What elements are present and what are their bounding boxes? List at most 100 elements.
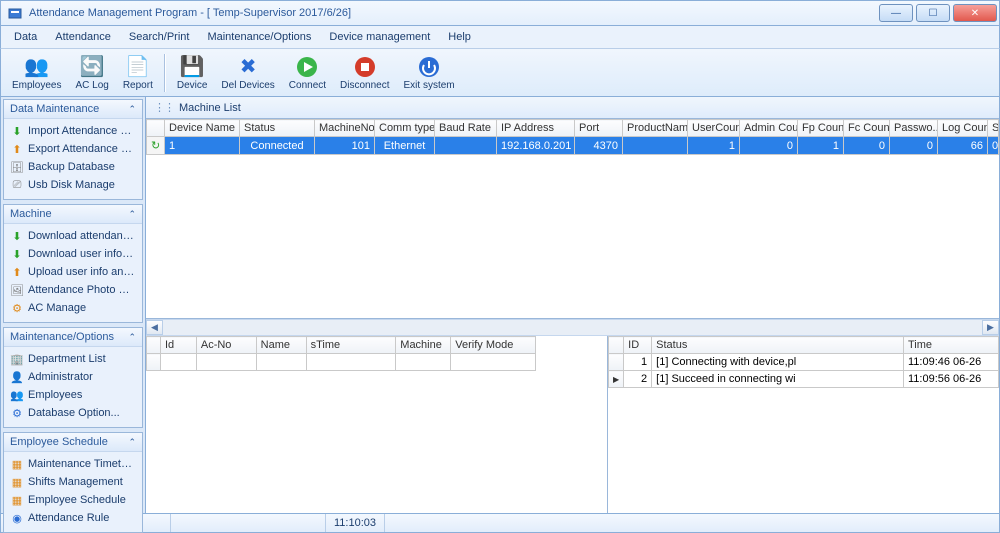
sidebar-item-backup-database[interactable]: 🗄Backup Database bbox=[6, 158, 140, 176]
scroll-left-button[interactable]: ◀ bbox=[146, 320, 163, 335]
status-time: 11:10:03 bbox=[326, 514, 385, 532]
log-header-row[interactable]: ID Status Time bbox=[609, 337, 999, 354]
toolbar-del-devices-button[interactable]: ✖ Del Devices bbox=[214, 51, 281, 95]
col-acno[interactable]: Ac-No bbox=[196, 337, 256, 354]
device-icon: 💾 bbox=[180, 55, 204, 79]
sidebar-item-ac-manage[interactable]: ⚙AC Manage bbox=[6, 299, 140, 317]
machine-list-grid[interactable]: Device Name Status MachineNo. Comm type … bbox=[146, 119, 999, 319]
sidebar-item-employees[interactable]: 👥Employees bbox=[6, 386, 140, 404]
menu-maintenance-options[interactable]: Maintenance/Options bbox=[198, 28, 320, 46]
window-close-button[interactable]: ✕ bbox=[953, 4, 997, 22]
menu-search-print[interactable]: Search/Print bbox=[120, 28, 199, 46]
import-icon: ⬇ bbox=[10, 124, 24, 138]
bottom-split: Id Ac-No Name sTime Machine Verify Mode bbox=[146, 336, 999, 513]
manage-icon: ⚙ bbox=[10, 301, 24, 315]
sidebar-item-database-option[interactable]: ⚙Database Option... bbox=[6, 404, 140, 422]
col-port[interactable]: Port bbox=[575, 120, 623, 137]
window-title: Attendance Management Program - [ Temp-S… bbox=[29, 7, 876, 19]
col-device-name[interactable]: Device Name bbox=[165, 120, 240, 137]
col-name[interactable]: Name bbox=[256, 337, 306, 354]
row-header-icon: ↻ bbox=[147, 137, 165, 155]
table-header-row[interactable]: Device Name Status MachineNo. Comm type … bbox=[147, 120, 999, 137]
sidebar-item-department-list[interactable]: 🏢Department List bbox=[6, 350, 140, 368]
toolbar-aclog-button[interactable]: 🔄 AC Log bbox=[68, 51, 115, 95]
col-machine[interactable]: Machine bbox=[396, 337, 451, 354]
sidebar-item-photo-mgmt[interactable]: 🖼Attendance Photo Management bbox=[6, 281, 140, 299]
toolbar-disconnect-button[interactable]: Disconnect bbox=[333, 51, 396, 95]
detail-blank bbox=[146, 371, 607, 513]
machine-list-row[interactable]: ↻ 1 Connected 101 Ethernet 192.168.0.201… bbox=[147, 137, 999, 155]
menu-data[interactable]: Data bbox=[5, 28, 46, 46]
toolbar-device-button[interactable]: 💾 Device bbox=[170, 51, 215, 95]
col-product-name[interactable]: ProductName bbox=[623, 120, 688, 137]
toolbar-exit-button[interactable]: Exit system bbox=[397, 51, 462, 95]
sidebar: Data Maintenance⌃ ⬇Import Attendance Che… bbox=[1, 97, 146, 513]
col-machine-no[interactable]: MachineNo. bbox=[315, 120, 375, 137]
col-baud-rate[interactable]: Baud Rate bbox=[435, 120, 497, 137]
panel-head-machine[interactable]: Machine⌃ bbox=[4, 205, 142, 224]
sidebar-item-import-attendance[interactable]: ⬇Import Attendance Checking Data bbox=[6, 122, 140, 140]
department-icon: 🏢 bbox=[10, 352, 24, 366]
col-fc-count[interactable]: Fc Count bbox=[844, 120, 890, 137]
download-icon: ⬇ bbox=[10, 247, 24, 261]
sidebar-item-export-attendance[interactable]: ⬆Export Attendance Checking Data bbox=[6, 140, 140, 158]
menubar: Data Attendance Search/Print Maintenance… bbox=[0, 26, 1000, 48]
sidebar-item-upload-user-fp[interactable]: ⬆Upload user info and FP bbox=[6, 263, 140, 281]
col-fp-count[interactable]: Fp Count bbox=[798, 120, 844, 137]
sidebar-item-administrator[interactable]: 👤Administrator bbox=[6, 368, 140, 386]
sidebar-item-maintenance-timetables[interactable]: ▦Maintenance Timetables bbox=[6, 455, 140, 473]
col-user-count[interactable]: UserCount bbox=[688, 120, 740, 137]
col-admin-count[interactable]: Admin Count bbox=[740, 120, 798, 137]
sidebar-item-usb-disk[interactable]: ⎚Usb Disk Manage bbox=[6, 176, 140, 194]
window-minimize-button[interactable]: — bbox=[879, 4, 913, 22]
col-log-id[interactable]: ID bbox=[624, 337, 652, 354]
panel-maintenance-options: Maintenance/Options⌃ 🏢Department List 👤A… bbox=[3, 327, 143, 428]
col-verify-mode[interactable]: Verify Mode bbox=[451, 337, 536, 354]
window-maximize-button[interactable]: ☐ bbox=[916, 4, 950, 22]
col-log-time[interactable]: Time bbox=[904, 337, 999, 354]
machine-list-header: ⋮⋮ Machine List bbox=[146, 97, 999, 119]
toolbar-employees-button[interactable]: 👥 Employees bbox=[5, 51, 68, 95]
menu-attendance[interactable]: Attendance bbox=[46, 28, 120, 46]
toolbar-separator bbox=[164, 54, 166, 92]
download-icon: ⬇ bbox=[10, 229, 24, 243]
employees-icon: 👥 bbox=[25, 55, 49, 79]
col-log-count[interactable]: Log Count bbox=[938, 120, 988, 137]
upload-icon: ⬆ bbox=[10, 265, 24, 279]
panel-head-maintenance-options[interactable]: Maintenance/Options⌃ bbox=[4, 328, 142, 347]
toolbar-report-button[interactable]: 📄 Report bbox=[116, 51, 160, 95]
menu-help[interactable]: Help bbox=[439, 28, 480, 46]
log-grid[interactable]: ID Status Time 1 [1] Connecting with dev… bbox=[608, 336, 999, 388]
sidebar-item-employee-schedule[interactable]: ▦Employee Schedule bbox=[6, 491, 140, 509]
status-cell-1 bbox=[1, 514, 171, 532]
col-log-status[interactable]: Status bbox=[652, 337, 904, 354]
usb-icon: ⎚ bbox=[10, 178, 24, 192]
log-row[interactable]: 2 [1] Succeed in connecting wi 11:09:56 … bbox=[609, 371, 999, 388]
col-stime[interactable]: sTime bbox=[306, 337, 396, 354]
col-serial[interactable]: Serial Number bbox=[988, 120, 999, 137]
toolbar-connect-button[interactable]: Connect bbox=[282, 51, 333, 95]
toolbar: 👥 Employees 🔄 AC Log 📄 Report 💾 Device ✖… bbox=[0, 48, 1000, 97]
menu-device-management[interactable]: Device management bbox=[320, 28, 439, 46]
col-ip-address[interactable]: IP Address bbox=[497, 120, 575, 137]
sidebar-item-download-logs[interactable]: ⬇Download attendance logs bbox=[6, 227, 140, 245]
exit-icon bbox=[417, 55, 441, 79]
sidebar-item-shifts-management[interactable]: ▦Shifts Management bbox=[6, 473, 140, 491]
log-pane: ID Status Time 1 [1] Connecting with dev… bbox=[607, 336, 999, 513]
admin-icon: 👤 bbox=[10, 370, 24, 384]
sidebar-item-download-user-fp[interactable]: ⬇Download user info and Fp bbox=[6, 245, 140, 263]
log-row[interactable]: 1 [1] Connecting with device,pl 11:09:46… bbox=[609, 354, 999, 371]
detail-grid[interactable]: Id Ac-No Name sTime Machine Verify Mode bbox=[146, 336, 536, 371]
panel-head-employee-schedule[interactable]: Employee Schedule⌃ bbox=[4, 433, 142, 452]
col-passwo[interactable]: Passwo... bbox=[890, 120, 938, 137]
detail-header-row[interactable]: Id Ac-No Name sTime Machine Verify Mode bbox=[147, 337, 536, 354]
panel-head-data-maintenance[interactable]: Data Maintenance⌃ bbox=[4, 100, 142, 119]
col-comm-type[interactable]: Comm type bbox=[375, 120, 435, 137]
report-icon: 📄 bbox=[126, 55, 150, 79]
col-status[interactable]: Status bbox=[240, 120, 315, 137]
horizontal-scrollbar[interactable]: ◀ ▶ bbox=[146, 319, 999, 336]
scroll-right-button[interactable]: ▶ bbox=[982, 320, 999, 335]
people-icon: 👥 bbox=[10, 388, 24, 402]
status-cell-2 bbox=[171, 514, 326, 532]
col-id[interactable]: Id bbox=[160, 337, 196, 354]
